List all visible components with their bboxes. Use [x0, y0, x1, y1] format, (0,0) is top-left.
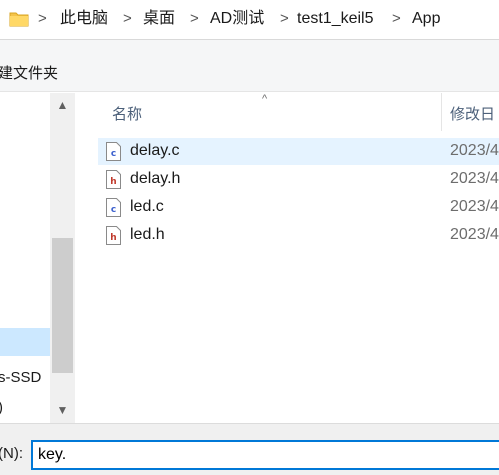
file-row[interactable]: h delay.h 2023/4: [98, 166, 499, 193]
filename-label: (N):: [0, 445, 23, 462]
c-file-icon: c: [106, 142, 121, 161]
breadcrumb-item-desktop[interactable]: 桌面: [143, 9, 175, 29]
c-file-icon: c: [106, 198, 121, 217]
scroll-down-icon[interactable]: ▼: [50, 398, 75, 423]
file-date: 2023/4: [450, 142, 499, 159]
breadcrumb-separator: >: [38, 10, 47, 27]
nav-item-partial[interactable]: ): [0, 399, 3, 416]
svg-text:h: h: [110, 233, 116, 243]
scrollbar-thumb[interactable]: [52, 238, 73, 373]
file-name: delay.h: [130, 170, 181, 187]
column-header-name[interactable]: 名称: [112, 103, 142, 124]
sort-ascending-icon: ^: [262, 93, 268, 105]
filename-input[interactable]: [31, 440, 499, 470]
navigation-pane: s-SSD ) ▲ ▼: [0, 93, 75, 423]
filename-bar: (N):: [0, 423, 499, 475]
svg-text:c: c: [111, 149, 116, 159]
breadcrumb-separator: >: [190, 10, 199, 27]
file-row[interactable]: c led.c 2023/4: [98, 194, 499, 221]
file-name: led.h: [130, 226, 165, 243]
breadcrumb-separator: >: [392, 10, 401, 27]
breadcrumb-separator: >: [280, 10, 289, 27]
file-date: 2023/4: [450, 170, 499, 187]
breadcrumb-item-test1-keil5[interactable]: test1_keil5: [297, 9, 374, 29]
h-file-icon: h: [106, 226, 121, 245]
address-bar[interactable]: > 此电脑 > 桌面 > AD测试 > test1_keil5 > App: [0, 0, 499, 40]
nav-item-drive[interactable]: s-SSD: [0, 369, 41, 386]
svg-text:c: c: [111, 205, 116, 215]
column-header-date[interactable]: 修改日: [450, 103, 495, 124]
column-header-row: 名称 ^ 修改日: [76, 93, 499, 131]
file-list: 名称 ^ 修改日 c delay.c 2023/4 h delay.h 2023…: [76, 93, 499, 423]
toolbar: 建文件夹: [0, 40, 499, 92]
file-date: 2023/4: [450, 198, 499, 215]
column-divider[interactable]: [441, 93, 442, 131]
breadcrumb-item-ad-test[interactable]: AD测试: [210, 9, 264, 29]
folder-icon: [9, 12, 29, 27]
breadcrumb-item-app[interactable]: App: [412, 9, 440, 29]
file-date: 2023/4: [450, 226, 499, 243]
file-name: led.c: [130, 198, 164, 215]
svg-text:h: h: [110, 177, 116, 187]
new-folder-button[interactable]: 建文件夹: [0, 62, 58, 83]
h-file-icon: h: [106, 170, 121, 189]
breadcrumb-item-this-pc[interactable]: 此电脑: [60, 9, 108, 29]
file-row[interactable]: c delay.c 2023/4: [98, 138, 499, 165]
file-name: delay.c: [130, 142, 180, 159]
nav-item-selected[interactable]: [0, 328, 50, 356]
file-row[interactable]: h led.h 2023/4: [98, 222, 499, 249]
scroll-up-icon[interactable]: ▲: [50, 93, 75, 118]
breadcrumb-separator: >: [123, 10, 132, 27]
